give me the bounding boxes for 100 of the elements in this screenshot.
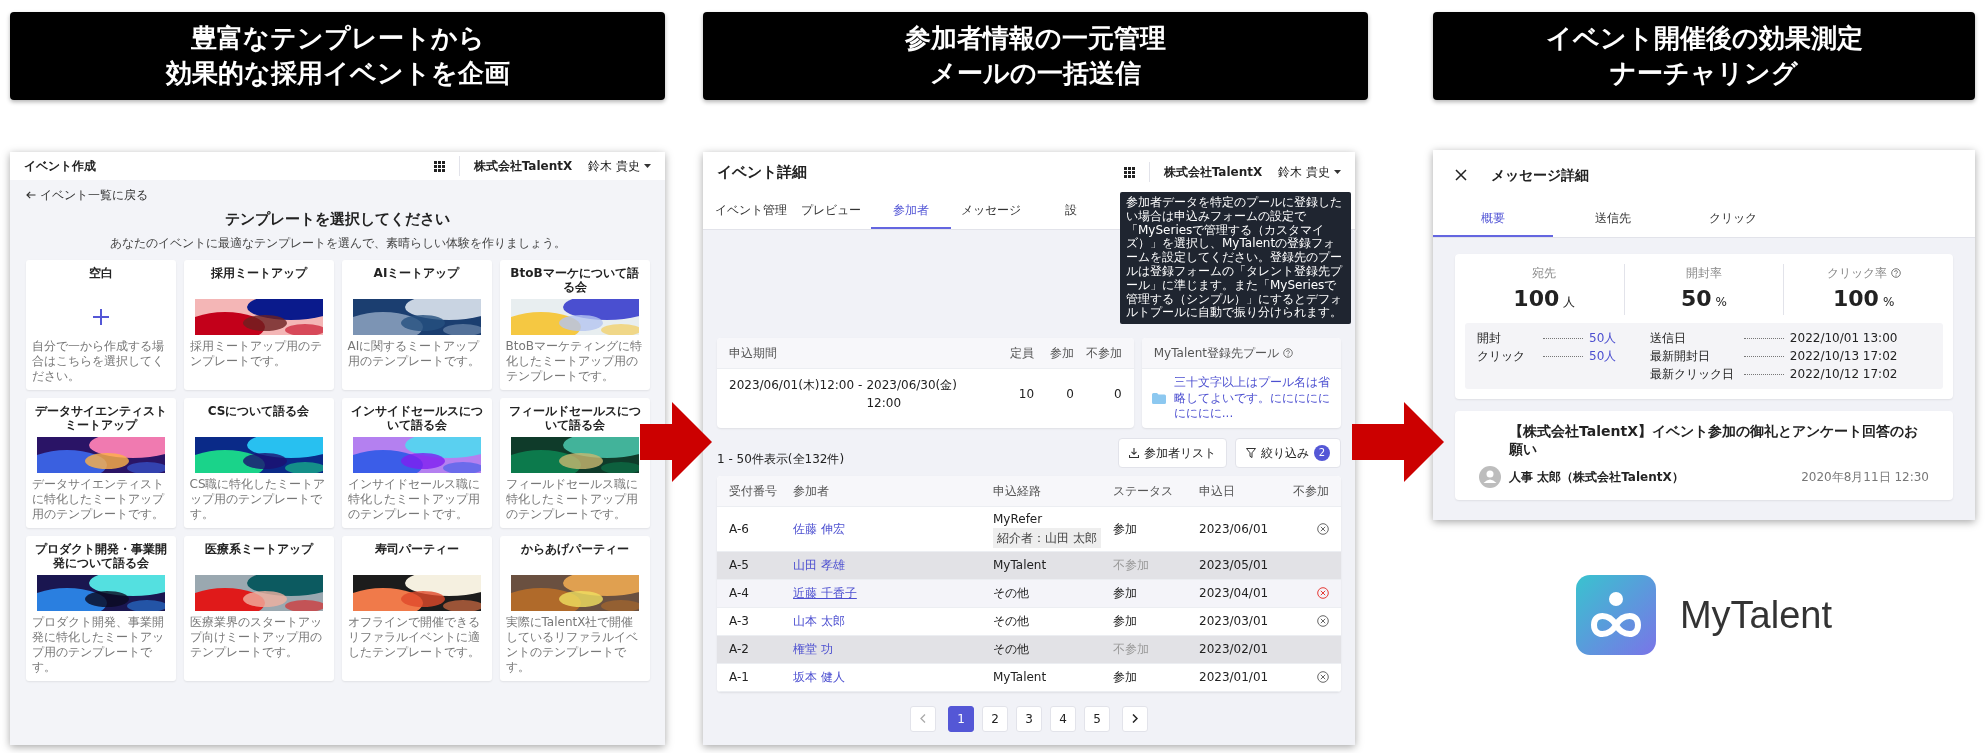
caret-icon[interactable] — [644, 164, 651, 168]
participant-link[interactable]: 山田 孝雄 — [793, 558, 845, 573]
sent-date: 2020年8月11日 12:30 — [1801, 469, 1929, 486]
apps-grid-icon[interactable] — [1123, 166, 1135, 178]
template-card[interactable]: フィールドセールスについて語る会 フィールドセールス職に特化したミートアップ用のテンプレートです。 — [499, 397, 650, 528]
cancel-icon[interactable] — [1317, 522, 1329, 535]
column-header: 不参加 — [1084, 345, 1122, 362]
template-card[interactable]: からあげパーティー 実際にTalentX社で開催しているリファラルイベントのテンプレートです。 — [499, 535, 650, 681]
participant-link[interactable]: 坂本 健人 — [793, 670, 845, 685]
template-description: 実際にTalentX社で開催しているリファラルイベントのテンプレートです。 — [505, 614, 639, 675]
template-card[interactable]: インサイドセールスについて語る会 インサイドセールス職に特化したミートアップ用のテンプレートです。 — [341, 397, 492, 528]
page-button[interactable]: 1 — [948, 705, 974, 732]
tab[interactable]: イベント管理 — [711, 192, 791, 229]
participant-link[interactable]: 権堂 功 — [793, 642, 833, 657]
tab[interactable]: クリック — [1673, 200, 1793, 237]
template-card[interactable]: BtoBマーケについて語る会 BtoBマーケティングに特化したミートアップ用のテンプレートです。 — [499, 259, 650, 390]
tab[interactable]: 送信先 — [1553, 200, 1673, 237]
table-cell: 2023/04/01 — [1199, 586, 1269, 601]
stat-unit: 人 — [1563, 294, 1576, 311]
filter-button[interactable]: 絞り込み 2 — [1235, 437, 1341, 468]
page-button[interactable]: 2 — [982, 705, 1008, 732]
table-cell-text: MyTalent — [993, 557, 1048, 575]
template-title: CSについて語る会 — [206, 403, 311, 420]
user-name[interactable]: 鈴木 貴史 — [1278, 163, 1330, 181]
folder-icon — [1151, 392, 1166, 404]
page-button[interactable]: 5 — [1084, 705, 1110, 732]
template-title: 寿司パーティー — [373, 541, 460, 558]
table-cell: 2023/06/01 — [1199, 521, 1269, 536]
tab[interactable]: 参加者 — [871, 192, 951, 229]
column-header: 参加者 — [793, 482, 830, 500]
page-title: イベント詳細 — [717, 161, 807, 183]
template-description: 医療業界のスタートアップ向けミートアップ用のテンプレートです。 — [189, 614, 323, 660]
page-title: イベント作成 — [24, 158, 96, 175]
table-cell: A-3 — [729, 614, 749, 629]
arrow-icon — [1352, 402, 1444, 482]
tab[interactable]: メッセージ — [951, 192, 1031, 229]
cancel-icon[interactable] — [1317, 671, 1329, 684]
tab[interactable]: 設 — [1031, 192, 1111, 229]
cancel-icon[interactable] — [1317, 587, 1329, 600]
status-text: 不参加 — [1113, 558, 1149, 573]
avatar-icon — [1479, 466, 1501, 488]
summary-value: 10 — [1017, 386, 1035, 403]
template-card[interactable]: プロダクト開発・事業開発について語る会 プロダクト開発、事業開発に特化したミートアップ用のテンプレートです。 — [25, 535, 176, 681]
count-badge: 2 — [1314, 444, 1330, 461]
back-link[interactable]: イベント一覧に戻る — [25, 186, 148, 204]
template-card[interactable]: CSについて語る会 CS職に特化したミートアップ用のテンプレートです。 — [183, 397, 334, 528]
dotted-leader — [1543, 337, 1583, 339]
page-button[interactable]: 3 — [1016, 705, 1042, 732]
pool-link[interactable]: 三十文字以上はプール名は省略してよいです。ににににににににに... — [1173, 375, 1331, 422]
participant-link[interactable]: 近藤 千香子 — [793, 586, 857, 601]
detail-link[interactable]: 50人 — [1589, 329, 1617, 347]
cancel-icon[interactable] — [1317, 615, 1329, 628]
summary-value: 0 — [1113, 386, 1122, 403]
page-title: メッセージ詳細 — [1491, 165, 1589, 185]
stat-label: クリック率 — [1826, 265, 1887, 282]
template-card[interactable]: AIミートアップ AIに関するミートアップ用のテンプレートです。 — [341, 259, 492, 390]
template-card[interactable]: 空白 自分で一から作成する場合はこちらを選択してください。 — [25, 259, 176, 390]
tab[interactable]: 概要 — [1433, 200, 1553, 237]
detail-value: 2022/10/01 13:00 — [1789, 330, 1898, 347]
template-description: BtoBマーケティングに特化したミートアップ用のテンプレートです。 — [505, 338, 643, 384]
stat-unit: % — [1715, 294, 1727, 311]
column-header: 申込期間 — [729, 345, 778, 362]
apps-grid-icon[interactable] — [433, 160, 445, 172]
dotted-leader — [1743, 355, 1784, 357]
chevron-left-icon — [920, 714, 926, 724]
result-count: 1 - 50件表示(全132件) — [717, 450, 846, 468]
participant-link[interactable]: 佐藤 伸宏 — [793, 521, 845, 536]
template-title: インサイドセールスについて語る会 — [349, 403, 484, 433]
tooltip: 参加者データを特定のプールに登録したい場合は申込みフォームの設定で「MySeriesで管理する（カスタマイズ）」を選択し、MyTalentの登録フォームを設定してください。登録先のプールは登録フォームの「タレント登録先プール」に準じます。また「MySeriesで管理する（シンプル）」にするとデフォルトプールに自動で振り分けられます。 — [1120, 192, 1351, 325]
column-header: 不参加 — [1292, 482, 1329, 500]
table-cell-text: その他 — [993, 585, 1030, 603]
template-description: プロダクト開発、事業開発に特化したミートアップ用のテンプレートです。 — [31, 614, 165, 675]
table-cell-text: その他 — [993, 613, 1030, 631]
tab[interactable]: プレビュー — [791, 192, 871, 229]
status-text: 不参加 — [1113, 642, 1149, 657]
template-title: データサイエンティストミートアップ — [33, 403, 168, 433]
table-cell: A-4 — [729, 586, 749, 601]
template-card[interactable]: 医療系ミートアップ 医療業界のスタートアップ向けミートアップ用のテンプレートです。 — [183, 535, 334, 681]
company-name: 株式会社TalentX — [473, 158, 573, 175]
table-cell-text: その他 — [993, 641, 1030, 659]
next-page-button[interactable] — [1122, 705, 1148, 732]
template-card[interactable]: 寿司パーティー オフラインで開催できるリファラルイベントに適したテンプレートです。 — [341, 535, 492, 681]
template-card[interactable]: 採用ミートアップ 採用ミートアップ用のテンプレートです。 — [183, 259, 334, 390]
stat-value: 50 — [1681, 285, 1712, 313]
template-card[interactable]: データサイエンティストミートアップ データサイエンティストに特化したミートアップ用のテンプレートです。 — [25, 397, 176, 528]
page-button[interactable]: 4 — [1050, 705, 1076, 732]
close-icon[interactable] — [1455, 169, 1467, 181]
user-name[interactable]: 鈴木 貴史 — [588, 157, 640, 175]
template-title: BtoBマーケについて語る会 — [509, 265, 640, 295]
table-cell: 2023/05/01 — [1199, 558, 1269, 573]
status-text: 参加 — [1113, 586, 1137, 601]
detail-value: 2022/10/13 17:02 — [1789, 348, 1898, 365]
download-list-button[interactable]: 参加者リスト — [1118, 437, 1227, 468]
table-cell: A-1 — [729, 670, 749, 685]
template-description: 採用ミートアップ用のテンプレートです。 — [189, 338, 323, 369]
caret-icon[interactable] — [1334, 170, 1341, 174]
participant-link[interactable]: 山本 太郎 — [793, 614, 845, 629]
heading: テンプレートを選択してください — [224, 209, 451, 230]
template-title: からあげパーティー — [519, 541, 630, 558]
detail-link[interactable]: 50人 — [1589, 347, 1617, 365]
